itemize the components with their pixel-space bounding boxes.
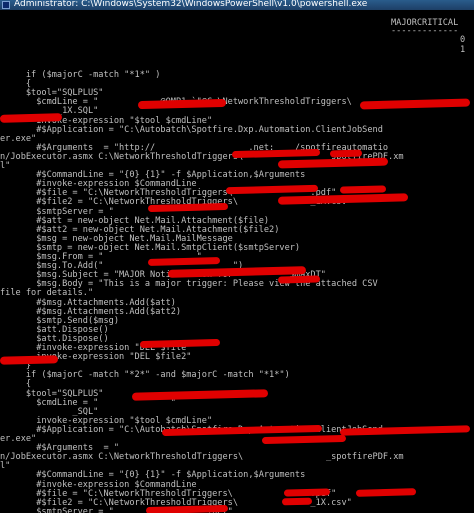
redaction-mark bbox=[139, 338, 221, 349]
redaction-mark bbox=[137, 98, 227, 110]
powershell-icon bbox=[2, 1, 10, 9]
window-titlebar[interactable]: Administrator: C:\Windows\System32\Windo… bbox=[0, 0, 474, 10]
redaction-mark bbox=[359, 98, 471, 110]
console-line: #$Application = "C:\Autobatch\Spotfire.D… bbox=[0, 124, 383, 135]
result-value: 0 bbox=[460, 35, 466, 45]
console-line: if ($majorC -match "*2*" -and $majorC -m… bbox=[0, 370, 290, 381]
window-title: Administrator: C:\Windows\System32\Windo… bbox=[14, 0, 368, 9]
redaction-mark bbox=[329, 149, 363, 158]
result-value: 1 bbox=[460, 45, 466, 55]
result-rule: ------------- bbox=[391, 26, 459, 36]
redaction-mark bbox=[355, 488, 417, 497]
redaction-mark bbox=[0, 113, 63, 123]
redaction-mark bbox=[283, 488, 331, 497]
redaction-mark bbox=[339, 185, 387, 194]
redaction-mark bbox=[147, 202, 229, 213]
redaction-mark bbox=[277, 275, 321, 284]
redaction-mark bbox=[0, 355, 59, 365]
redaction-mark bbox=[281, 497, 313, 506]
console-line: n/JobExecutor.asmx C:\NetworkThresholdTr… bbox=[0, 452, 404, 463]
redaction-mark bbox=[277, 157, 389, 169]
console-output[interactable]: MAJORCRITICAL ------------- 0 1 if ($maj… bbox=[0, 10, 474, 513]
redaction-mark bbox=[145, 504, 229, 513]
redaction-mark bbox=[131, 389, 269, 401]
